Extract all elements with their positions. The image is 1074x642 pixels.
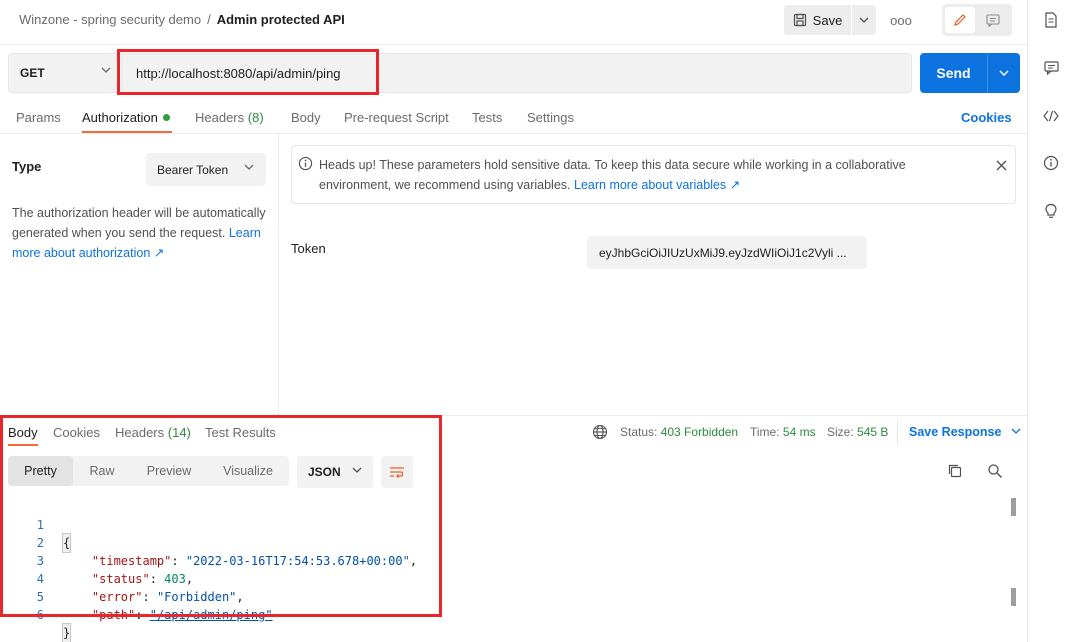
lightbulb-icon[interactable] xyxy=(1040,200,1062,222)
save-icon xyxy=(793,13,807,27)
chevron-down-icon xyxy=(859,17,869,23)
info-icon xyxy=(298,156,313,171)
comment-icon xyxy=(986,13,1000,27)
send-label: Send xyxy=(936,65,971,81)
tab-tests[interactable]: Tests xyxy=(472,110,502,125)
tab-body[interactable]: Body xyxy=(291,110,321,125)
scrollbar-thumb[interactable] xyxy=(1011,498,1016,516)
pencil-icon xyxy=(953,13,967,27)
tab-authorization[interactable]: Authorization xyxy=(82,110,170,125)
breadcrumb-collection[interactable]: Winzone - spring security demo xyxy=(19,12,201,27)
learn-more-variables-link[interactable]: Learn more about variables ↗ xyxy=(574,178,740,192)
auth-type-value: Bearer Token xyxy=(157,162,229,177)
headers-count: (8) xyxy=(247,110,264,125)
document-icon[interactable] xyxy=(1040,9,1062,31)
globe-icon[interactable] xyxy=(592,424,608,440)
info-icon[interactable] xyxy=(1040,152,1062,174)
header-divider xyxy=(0,44,1027,45)
save-label: Save xyxy=(812,12,843,28)
code-icon[interactable] xyxy=(1040,105,1062,127)
response-status: Status: 403 Forbidden xyxy=(620,425,739,439)
token-input[interactable]: eyJhbGciOiJIUzUxMiJ9.eyJzdWIiOiJ1c2Vyli … xyxy=(587,236,867,269)
tab-headers[interactable]: Headers (8) xyxy=(195,110,264,125)
auth-type-select[interactable]: Bearer Token xyxy=(146,153,266,186)
comments-icon[interactable] xyxy=(1040,57,1062,79)
cookies-link[interactable]: Cookies xyxy=(961,110,1012,125)
right-sidebar-divider xyxy=(1027,0,1028,642)
breadcrumb: Winzone - spring security demo / Admin pro… xyxy=(19,12,345,27)
scrollbar-thumb[interactable] xyxy=(1011,588,1016,606)
meta-divider xyxy=(897,420,898,444)
size-value: 545 B xyxy=(857,425,889,439)
copy-icon[interactable] xyxy=(947,463,963,479)
tab-params[interactable]: Params xyxy=(16,110,61,125)
comment-mode-button[interactable] xyxy=(978,7,1008,33)
chevron-down-icon xyxy=(244,164,254,170)
token-value: eyJhbGciOiJIUzUxMiJ9.eyJzdWIiOiJ1c2Vyli … xyxy=(599,245,847,260)
tab-settings[interactable]: Settings xyxy=(527,110,574,125)
save-response-button[interactable]: Save Response xyxy=(909,425,1021,439)
save-button[interactable]: Save xyxy=(784,5,851,35)
close-icon[interactable] xyxy=(995,159,1008,172)
more-actions-button[interactable]: ooo xyxy=(887,5,915,35)
response-highlight-box xyxy=(0,415,442,617)
send-button[interactable]: Send xyxy=(920,53,1020,93)
auth-description: The authorization header will be automat… xyxy=(12,206,266,260)
time-value: 54 ms xyxy=(782,425,816,439)
url-highlight-box xyxy=(117,49,379,95)
tab-pre-request-script[interactable]: Pre-request Script xyxy=(344,110,449,125)
method-value: GET xyxy=(20,66,45,80)
auth-type-label: Type xyxy=(12,159,42,174)
notice-text: Heads up! These parameters hold sensitiv… xyxy=(319,158,906,192)
request-title[interactable]: Admin protected API xyxy=(217,12,345,27)
auth-panel-divider xyxy=(278,133,279,415)
token-label: Token xyxy=(291,241,326,256)
edit-mode-button[interactable] xyxy=(945,7,975,33)
more-icon: ooo xyxy=(890,12,912,28)
search-icon[interactable] xyxy=(987,463,1003,479)
save-dropdown-button[interactable] xyxy=(852,5,876,35)
close-brace: } xyxy=(61,623,72,642)
chevron-down-icon xyxy=(1011,428,1021,434)
tabs-divider xyxy=(0,133,1027,134)
status-value: 403 Forbidden xyxy=(660,425,739,439)
chevron-down-icon xyxy=(101,67,111,73)
active-dot-indicator xyxy=(162,114,170,121)
send-dropdown-button[interactable] xyxy=(988,53,1020,93)
method-select[interactable]: GET xyxy=(8,53,120,93)
response-time: Time: 54 ms xyxy=(750,425,816,439)
response-size: Size: 545 B xyxy=(827,425,889,439)
breadcrumb-separator: / xyxy=(207,12,211,27)
